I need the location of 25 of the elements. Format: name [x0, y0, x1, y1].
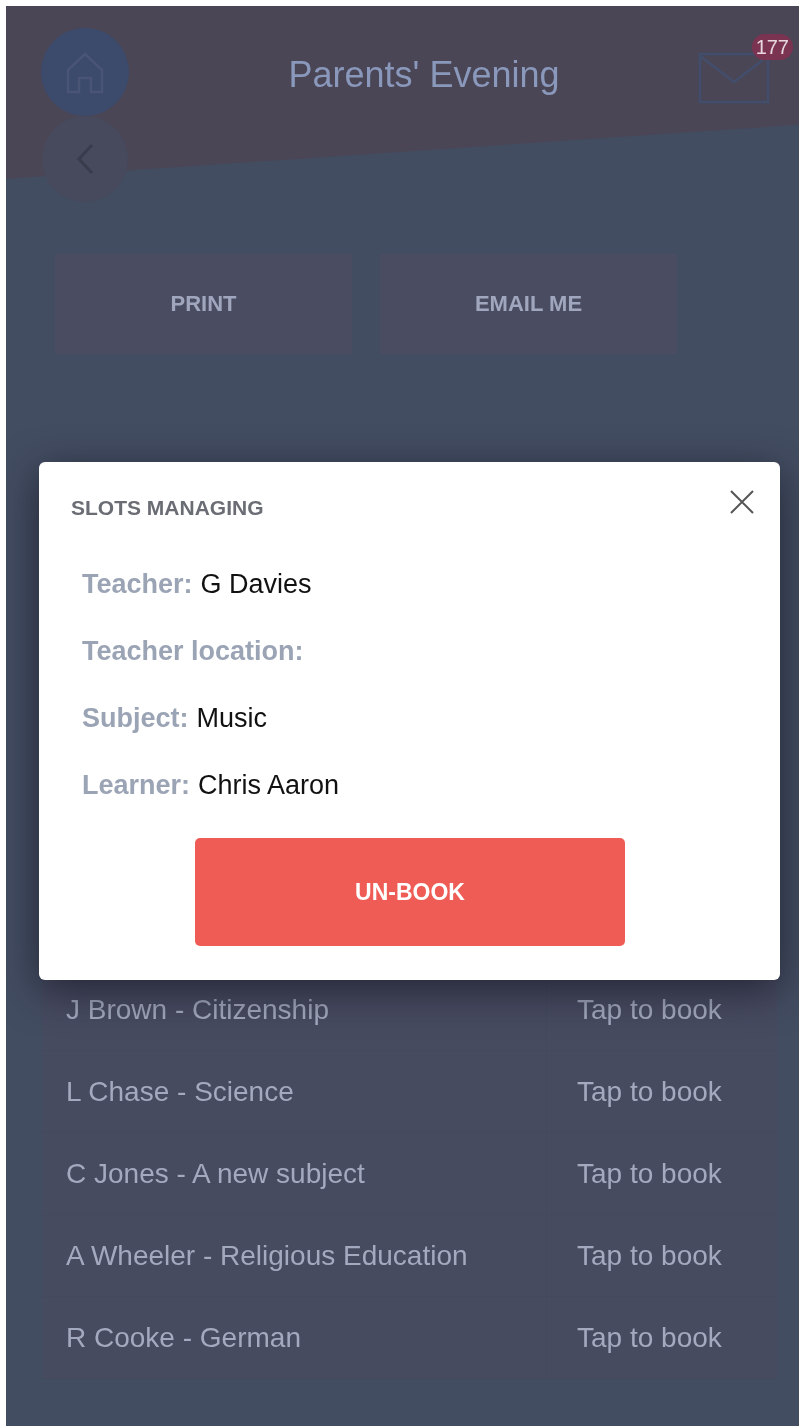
field-value: G Davies	[200, 569, 312, 599]
field-value: Chris Aaron	[198, 770, 340, 800]
field-label: Teacher location:	[82, 636, 304, 666]
field-label: Teacher:	[82, 569, 193, 599]
mail-icon[interactable]	[698, 52, 770, 104]
field-label: Learner:	[82, 770, 191, 800]
book-slot-button[interactable]: Tap to book	[547, 1215, 777, 1296]
dialog-title: SLOTS MANAGING	[71, 496, 264, 520]
close-button[interactable]	[730, 490, 754, 514]
book-slot-button[interactable]: Tap to book	[547, 1297, 777, 1378]
unread-count-badge: 177	[751, 34, 793, 60]
book-slot-button[interactable]: Tap to book	[547, 1133, 777, 1214]
teacher-subject-cell: R Cooke - German	[42, 1297, 547, 1378]
close-icon	[730, 490, 754, 514]
unbook-button[interactable]: UN-BOOK	[195, 838, 625, 946]
teacher-subject-cell: A Wheeler - Religious Education	[42, 1215, 547, 1296]
field-value: Music	[196, 703, 268, 733]
page-title: Parents' Evening	[287, 54, 561, 96]
teacher-subject-cell: L Chase - Science	[42, 1051, 547, 1132]
book-slot-button[interactable]: Tap to book	[547, 969, 777, 1050]
field-label: Subject:	[82, 703, 189, 733]
book-slot-button[interactable]: Tap to book	[547, 1051, 777, 1132]
action-button[interactable]: EMAIL ME	[380, 254, 677, 354]
action-button[interactable]: PRINT	[55, 254, 352, 354]
teacher-subject-cell: C Jones - A new subject	[42, 1133, 547, 1214]
